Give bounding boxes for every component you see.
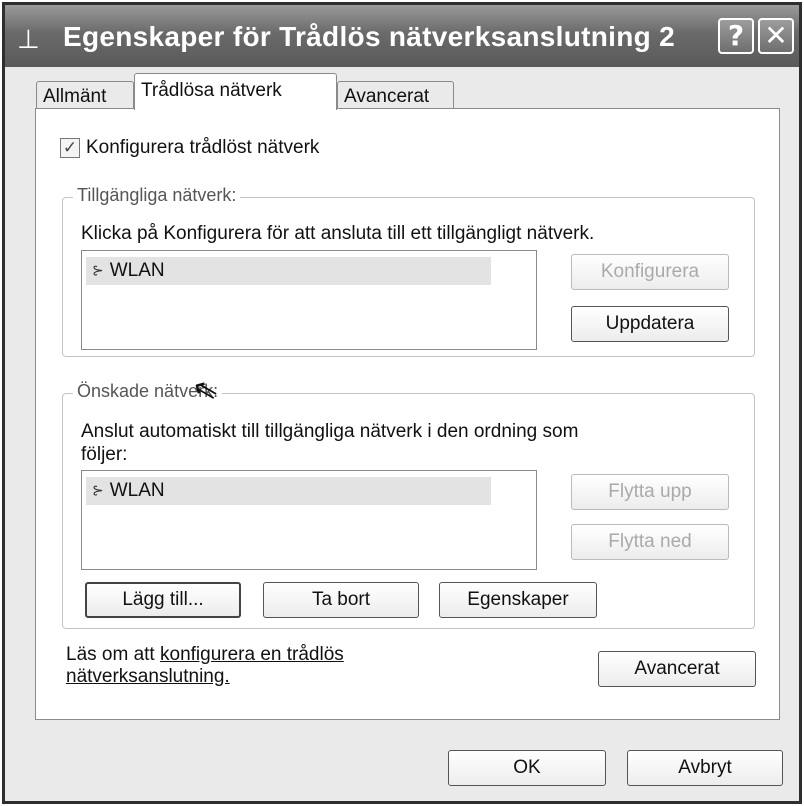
configure-wireless-label: Konfigurera trådlöst nätverk <box>86 137 320 158</box>
preferred-networks-group: Önskade nätverk: Anslut automatiskt till… <box>62 381 755 629</box>
refresh-button[interactable]: Uppdatera <box>571 306 729 342</box>
network-name: WLAN <box>109 260 165 281</box>
configure-wireless-checkbox[interactable]: ✓ <box>60 138 80 158</box>
help-button[interactable]: ? <box>718 18 754 54</box>
list-item[interactable]: ⊱ WLAN <box>86 257 491 285</box>
network-connection-icon: ⊥ <box>17 25 40 55</box>
available-networks-legend: Tillgängliga nätverk: <box>73 185 241 206</box>
advanced-button[interactable]: Avancerat <box>598 651 756 687</box>
learn-more-prefix: Läs om att <box>66 644 160 665</box>
close-button[interactable]: ✕ <box>758 18 794 54</box>
wireless-networks-panel: ✓ Konfigurera trådlöst nätverk Tillgängl… <box>35 108 780 720</box>
preferred-networks-description: Anslut automatiskt till tillgängliga nät… <box>81 420 578 466</box>
preferred-description-line-2: följer: <box>81 444 128 465</box>
learn-more-text: Läs om att konfigurera en trådlös nätver… <box>66 644 344 688</box>
move-up-button[interactable]: Flytta upp <box>571 474 729 510</box>
available-networks-group: Tillgängliga nätverk: Klicka på Konfigur… <box>62 185 755 357</box>
ok-button[interactable]: OK <box>448 750 606 786</box>
learn-more-link[interactable]: konfigurera en trådlös <box>160 644 344 665</box>
wireless-network-icon: ⊱ <box>92 263 104 279</box>
learn-more-link-continued[interactable]: nätverksanslutning. <box>66 666 230 687</box>
configure-wireless-row[interactable]: ✓ Konfigurera trådlöst nätverk <box>60 137 319 159</box>
title-bar[interactable]: ⊥ Egenskaper för Trådlös nätverksanslutn… <box>5 5 799 67</box>
wireless-network-icon: ⊱ <box>92 483 104 499</box>
tab-advanced[interactable]: Avancerat <box>337 81 454 109</box>
preferred-description-line-1: Anslut automatiskt till tillgängliga nät… <box>81 421 579 442</box>
remove-button[interactable]: Ta bort <box>263 582 419 618</box>
properties-dialog: ⊥ Egenskaper för Trådlös nätverksanslutn… <box>2 2 802 804</box>
configure-button[interactable]: Konfigurera <box>571 254 729 290</box>
add-button[interactable]: Lägg till... <box>85 582 241 618</box>
window-title: Egenskaper för Trådlös nätverksanslutnin… <box>63 21 675 52</box>
preferred-networks-list[interactable]: ⊱ WLAN <box>81 470 537 570</box>
cancel-button[interactable]: Avbryt <box>627 750 783 786</box>
network-name: WLAN <box>109 480 165 501</box>
properties-button[interactable]: Egenskaper <box>439 582 597 618</box>
move-down-button[interactable]: Flytta ned <box>571 524 729 560</box>
tab-wireless-networks[interactable]: Trådlösa nätverk <box>134 73 337 110</box>
tab-general[interactable]: Allmänt <box>36 81 134 109</box>
available-networks-list[interactable]: ⊱ WLAN <box>81 250 537 350</box>
available-networks-description: Klicka på Konfigurera för att ansluta ti… <box>81 223 595 244</box>
list-item[interactable]: ⊱ WLAN <box>86 477 491 505</box>
